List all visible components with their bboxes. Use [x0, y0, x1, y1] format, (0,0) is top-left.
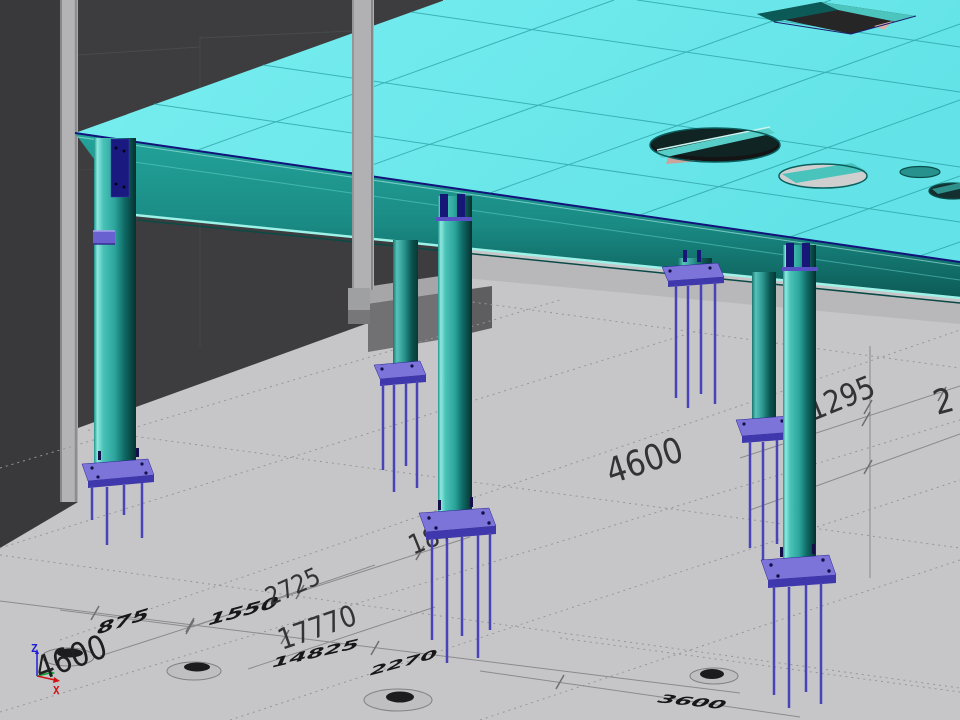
slab-opening-round-medium — [779, 163, 867, 188]
model-viewport[interactable]: 875 1550 2725 17770 14825 2270 3600 1875… — [0, 0, 960, 720]
slab-opening-round-small — [900, 167, 940, 178]
axis-label-x: X — [53, 684, 60, 697]
column-end-plate — [111, 139, 129, 197]
column-side-bracket — [93, 231, 115, 244]
